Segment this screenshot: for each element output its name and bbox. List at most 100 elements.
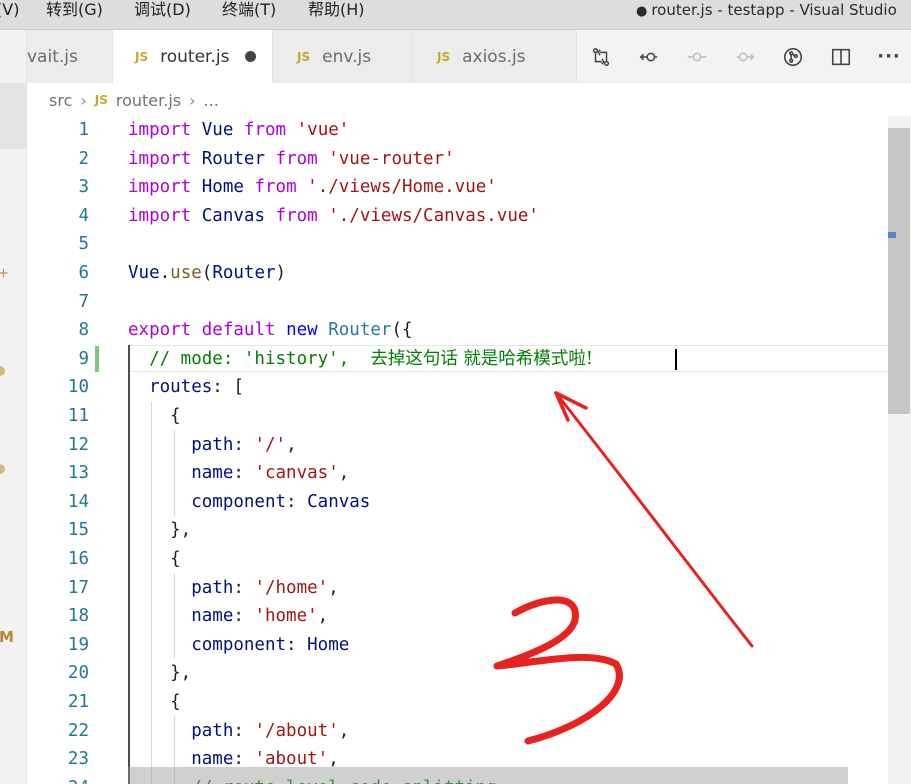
- code-text: component: Canvas: [128, 488, 370, 517]
- code-token: (: [201, 263, 213, 283]
- code-line[interactable]: 11 {: [27, 402, 911, 431]
- code-token: 'vue': [296, 120, 350, 140]
- code-token: Canvas: [201, 205, 265, 226]
- code-token: 'vue-router': [328, 148, 455, 169]
- code-token: :: [286, 634, 308, 655]
- code-token: name: [191, 606, 234, 627]
- code-token: path: [191, 720, 234, 741]
- editor-tab-bar: vait.js JS router.js JS env.js JS axios.…: [27, 30, 911, 83]
- code-text: import Canvas from './views/Canvas.vue': [128, 202, 539, 231]
- code-text: import Vue from 'vue': [128, 116, 349, 145]
- code-text: {: [128, 402, 181, 431]
- code-token: Vue: [128, 263, 160, 283]
- code-line[interactable]: 20 },: [27, 659, 911, 688]
- code-text: import Home from './views/Home.vue': [128, 173, 497, 202]
- timeline-button[interactable]: [769, 30, 817, 83]
- split-editor-button[interactable]: [817, 30, 865, 83]
- tab-label: vait.js: [27, 46, 78, 67]
- tab-label: router.js: [160, 46, 230, 67]
- code-editor[interactable]: 1 import Vue from 'vue' 2 import Router fro…: [27, 116, 911, 784]
- line-number: 3: [78, 177, 89, 198]
- more-actions-button[interactable]: ···: [865, 30, 911, 83]
- menu-help[interactable]: 帮助(H): [308, 0, 365, 20]
- code-line[interactable]: 19 component: Home: [27, 631, 911, 660]
- line-number: 8: [78, 320, 89, 341]
- code-line[interactable]: 4 import Canvas from './views/Canvas.vue': [27, 202, 911, 231]
- code-line[interactable]: 9 // mode: 'history', 去掉这句话 就是哈希模式啦!: [27, 345, 911, 374]
- line-number: 10: [67, 377, 89, 398]
- code-line[interactable]: 6 Vue.use(Router): [27, 259, 911, 288]
- commit-button[interactable]: [673, 30, 721, 83]
- code-token: ({: [391, 320, 413, 341]
- code-line[interactable]: 17 path: '/home',: [27, 574, 911, 603]
- menu-debug[interactable]: 调试(D): [134, 0, 191, 20]
- code-token: 'canvas': [254, 463, 339, 484]
- code-line[interactable]: 13 name: 'canvas',: [27, 459, 911, 488]
- code-line[interactable]: 7: [27, 288, 911, 317]
- code-line[interactable]: 22 path: '/about',: [27, 717, 911, 746]
- more-actions-icon: ···: [877, 46, 901, 67]
- code-token: 'home': [254, 606, 318, 627]
- breadcrumb-file[interactable]: router.js: [116, 91, 181, 110]
- code-text: routes: [: [128, 373, 244, 402]
- go-back-button[interactable]: [625, 30, 673, 83]
- code-line[interactable]: 12 path: '/',: [27, 431, 911, 460]
- commit-icon: [687, 52, 707, 61]
- unsaved-changes-icon[interactable]: [245, 51, 257, 62]
- code-line[interactable]: 18 name: 'home',: [27, 602, 911, 631]
- breadcrumb-folder[interactable]: src: [49, 91, 72, 110]
- code-token: from: [243, 120, 287, 140]
- code-line[interactable]: 3 import Home from './views/Home.vue': [27, 173, 911, 202]
- code-line[interactable]: 1 import Vue from 'vue': [27, 116, 911, 145]
- tab-env-js[interactable]: JS env.js: [273, 30, 413, 83]
- code-line[interactable]: 15 },: [27, 516, 911, 545]
- code-token: '/': [254, 434, 287, 455]
- code-token: use: [170, 263, 202, 283]
- code-token: name: [191, 463, 234, 484]
- code-line[interactable]: 5: [27, 230, 911, 259]
- line-number: 12: [67, 434, 89, 455]
- tab-await-js[interactable]: vait.js: [27, 30, 113, 83]
- code-line[interactable]: 16 {: [27, 545, 911, 574]
- code-text: export default new Router({: [128, 316, 413, 345]
- code-token: : [: [212, 377, 244, 398]
- code-text: Vue.use(Router): [128, 259, 286, 288]
- code-text: name: 'canvas',: [128, 459, 349, 488]
- menu-view[interactable]: (V): [0, 0, 19, 20]
- compare-changes-icon: [592, 47, 610, 66]
- horizontal-scrollbar-thumb[interactable]: [128, 767, 848, 784]
- code-token: Router: [212, 263, 276, 283]
- code-text: path: '/',: [128, 431, 296, 460]
- breadcrumb-symbol[interactable]: ...: [204, 91, 219, 110]
- go-forward-button[interactable]: [721, 30, 769, 83]
- code-token: .: [159, 263, 171, 283]
- code-line[interactable]: 10 routes: [: [27, 373, 911, 402]
- line-number: 14: [67, 491, 89, 512]
- code-token: import: [128, 205, 192, 226]
- code-line[interactable]: 8 export default new Router({: [27, 316, 911, 345]
- code-token: ): [275, 263, 287, 283]
- chevron-right-icon: ›: [80, 90, 87, 110]
- code-token: from: [275, 148, 318, 169]
- tab-router-js[interactable]: JS router.js: [113, 30, 273, 83]
- code-token: // mode: 'history',: [128, 348, 371, 369]
- line-number: 1: [78, 120, 89, 140]
- menu-go[interactable]: 转到(G): [46, 0, 103, 20]
- scrollbar-thumb[interactable]: [888, 128, 910, 414]
- compare-changes-button[interactable]: [577, 30, 625, 83]
- code-line[interactable]: 14 component: Canvas: [27, 488, 911, 517]
- code-line[interactable]: 21 {: [27, 688, 911, 717]
- js-file-icon: JS: [135, 49, 149, 64]
- code-line[interactable]: 2 import Router from 'vue-router': [27, 145, 911, 174]
- code-token: Router: [201, 148, 265, 169]
- menu-terminal[interactable]: 终端(T): [222, 0, 276, 20]
- activity-selected-item[interactable]: [0, 83, 26, 149]
- window-title-text: router.js - testapp - Visual Studio: [651, 1, 897, 19]
- code-token: ,: [338, 720, 350, 741]
- tab-axios-js[interactable]: JS axios.js: [413, 30, 577, 83]
